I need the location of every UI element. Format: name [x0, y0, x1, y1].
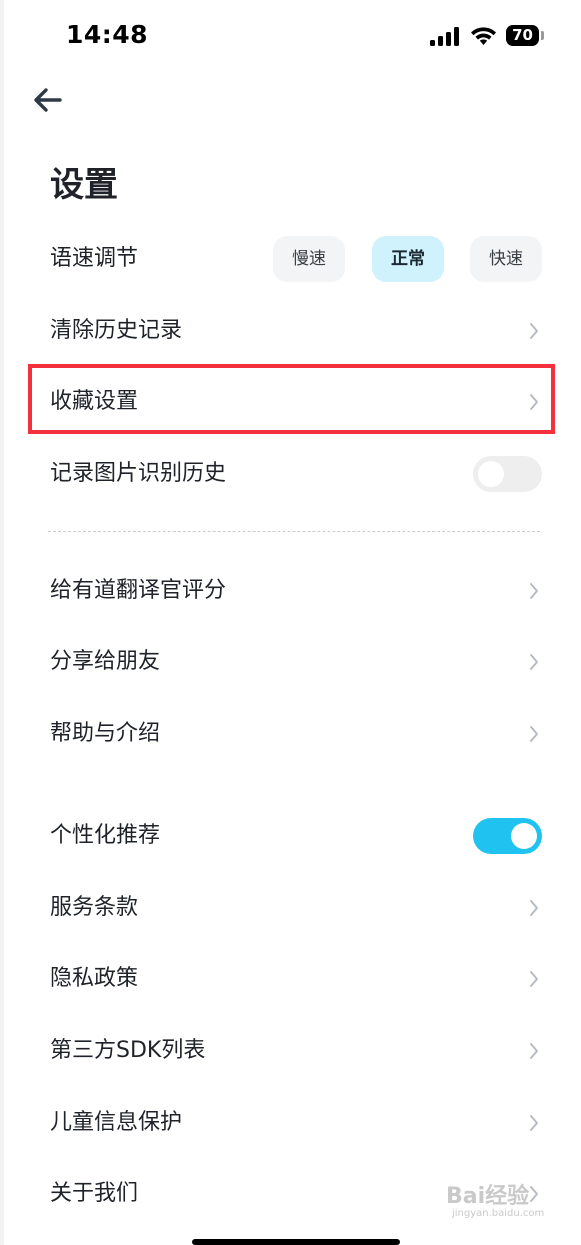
toggle-knob [511, 823, 537, 849]
child-protection-row[interactable]: 儿童信息保护 [0, 1091, 581, 1155]
chevron-right-icon [530, 900, 538, 916]
battery-icon: 70 [506, 25, 539, 46]
page-title: 设置 [50, 165, 118, 205]
record-image-history-label: 记录图片识别历史 [50, 461, 227, 486]
favorites-settings-label: 收藏设置 [50, 389, 139, 414]
share-row[interactable]: 分享给朋友 [0, 630, 581, 694]
watermark-url: jingyan.baidu.com [452, 1208, 545, 1219]
third-party-sdk-label: 第三方SDK列表 [50, 1038, 206, 1063]
status-time: 14:48 [66, 20, 149, 49]
clear-history-row[interactable]: 清除历史记录 [0, 299, 581, 363]
back-arrow-icon[interactable] [30, 84, 70, 116]
speed-normal-button[interactable]: 正常 [372, 236, 444, 282]
third-party-sdk-row[interactable]: 第三方SDK列表 [0, 1019, 581, 1083]
terms-label: 服务条款 [50, 895, 139, 920]
chevron-right-icon [530, 394, 538, 410]
chevron-right-icon [530, 654, 538, 670]
chevron-right-icon [530, 1115, 538, 1131]
privacy-label: 隐私政策 [50, 966, 139, 991]
speed-slow-button[interactable]: 慢速 [273, 236, 345, 282]
section-divider [48, 531, 540, 532]
cellular-signal-icon [430, 27, 461, 46]
favorites-settings-row[interactable]: 收藏设置 [0, 370, 581, 434]
privacy-row[interactable]: 隐私政策 [0, 947, 581, 1011]
help-row[interactable]: 帮助与介绍 [0, 702, 581, 766]
child-protection-label: 儿童信息保护 [50, 1110, 183, 1135]
clear-history-label: 清除历史记录 [50, 318, 183, 343]
record-image-history-toggle[interactable] [473, 456, 542, 492]
chevron-right-icon [530, 726, 538, 742]
rate-app-row[interactable]: 给有道翻译官评分 [0, 559, 581, 623]
about-label: 关于我们 [50, 1181, 139, 1206]
chevron-right-icon [530, 323, 538, 339]
personalized-toggle[interactable] [473, 818, 542, 854]
chevron-right-icon [530, 583, 538, 599]
home-indicator [192, 1239, 400, 1245]
battery-tip [541, 31, 544, 40]
wifi-icon [471, 27, 496, 45]
speed-label: 语速调节 [50, 246, 139, 271]
battery-level: 70 [512, 26, 533, 44]
personalized-label: 个性化推荐 [50, 823, 161, 848]
status-bar: 14:48 70 [0, 0, 581, 72]
watermark: Bai经验 jingyan.baidu.com [446, 1178, 556, 1228]
terms-row[interactable]: 服务条款 [0, 876, 581, 940]
chevron-right-icon [530, 1043, 538, 1059]
rate-app-label: 给有道翻译官评分 [50, 578, 227, 603]
help-label: 帮助与介绍 [50, 721, 161, 746]
share-label: 分享给朋友 [50, 649, 161, 674]
speed-fast-button[interactable]: 快速 [470, 236, 542, 282]
chevron-right-icon [530, 971, 538, 987]
watermark-brand: Bai经验 [446, 1184, 530, 1209]
toggle-knob [478, 461, 504, 487]
